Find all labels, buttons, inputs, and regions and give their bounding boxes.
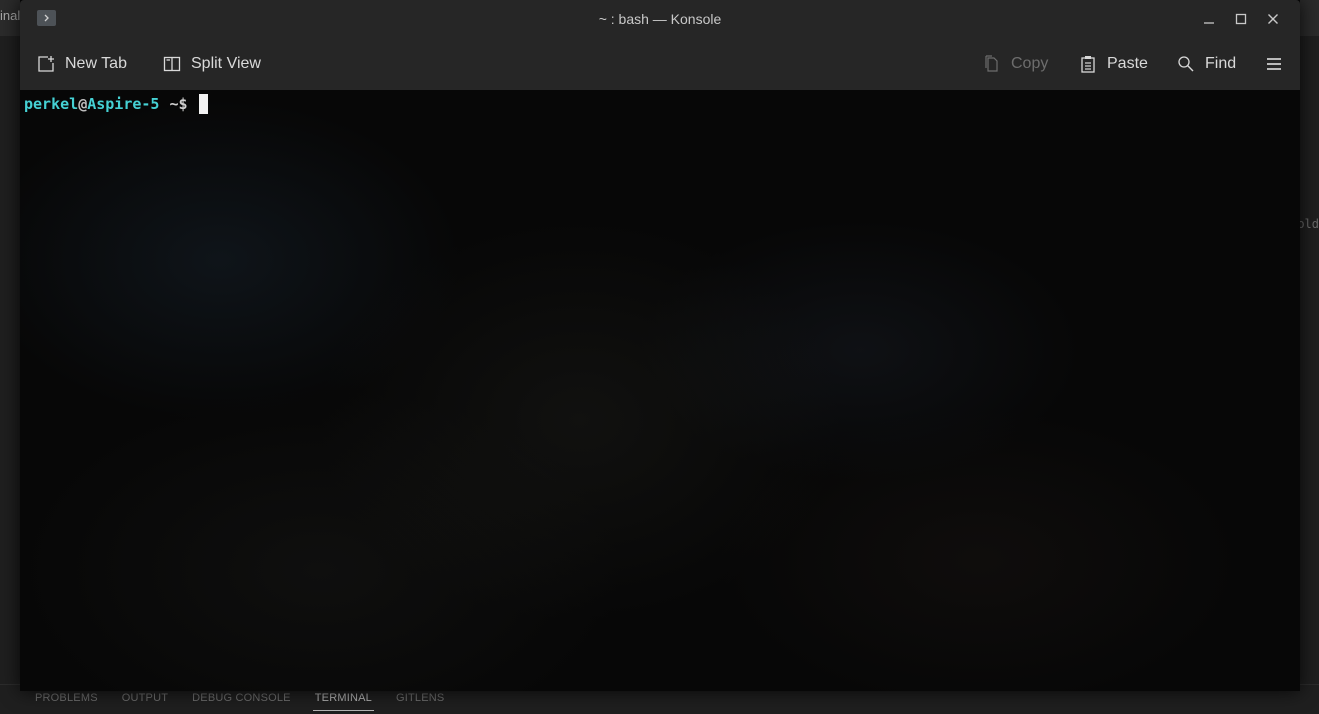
panel-tab-problems[interactable]: PROBLEMS (35, 692, 98, 707)
copy-button[interactable]: Copy (983, 53, 1048, 75)
new-tab-icon (38, 56, 54, 72)
hamburger-menu-icon (1267, 58, 1281, 70)
paste-icon (1081, 56, 1095, 73)
minimize-icon (1204, 22, 1214, 24)
text-cursor (198, 94, 208, 114)
terminal-area[interactable]: perkel @ Aspire-5 ~$ (20, 90, 1300, 691)
background-right-fragment: old (1297, 217, 1319, 231)
copy-icon (985, 55, 998, 72)
new-tab-button[interactable]: New Tab (37, 53, 127, 75)
prompt-directory: ~$ (169, 95, 188, 113)
background-left-fragment: inal (0, 8, 21, 23)
minimize-button[interactable] (1200, 10, 1218, 28)
panel-tab-terminal[interactable]: TERMINAL (312, 692, 375, 711)
panel-tab-gitlens[interactable]: GITLENS (396, 692, 444, 707)
panel-tab-output[interactable]: OUTPUT (122, 692, 168, 707)
window-title: ~ : bash — Konsole (598, 11, 722, 27)
new-tab-label: New Tab (65, 55, 127, 72)
copy-label: Copy (1011, 55, 1049, 72)
toolbar: New Tab Split View Copy Paste Find (20, 38, 1300, 90)
split-view-button[interactable]: Split View (163, 53, 261, 75)
paste-label: Paste (1107, 55, 1148, 72)
find-button[interactable]: Find (1177, 53, 1236, 75)
find-label: Find (1205, 55, 1237, 72)
konsole-window: ~ : bash — Konsole New Tab Split View Co… (20, 0, 1300, 691)
prompt-host: Aspire-5 (87, 95, 160, 113)
panel-tab-debug-console[interactable]: DEBUG CONSOLE (192, 692, 291, 707)
hamburger-menu-button[interactable] (1265, 53, 1283, 75)
background-panel-tabs: PROBLEMS OUTPUT DEBUG CONSOLE TERMINAL G… (35, 692, 468, 711)
prompt-line: perkel @ Aspire-5 ~$ (24, 94, 208, 114)
split-view-icon (163, 56, 181, 72)
maximize-icon (1235, 13, 1247, 25)
maximize-button[interactable] (1232, 10, 1250, 28)
split-view-label: Split View (191, 55, 261, 72)
close-button[interactable] (1264, 10, 1282, 28)
search-icon (1178, 56, 1194, 72)
paste-button[interactable]: Paste (1079, 53, 1148, 75)
prompt-at: @ (78, 95, 88, 113)
close-icon (1268, 14, 1278, 24)
title-bar[interactable]: ~ : bash — Konsole (20, 0, 1300, 38)
prompt-user: perkel (24, 95, 79, 113)
